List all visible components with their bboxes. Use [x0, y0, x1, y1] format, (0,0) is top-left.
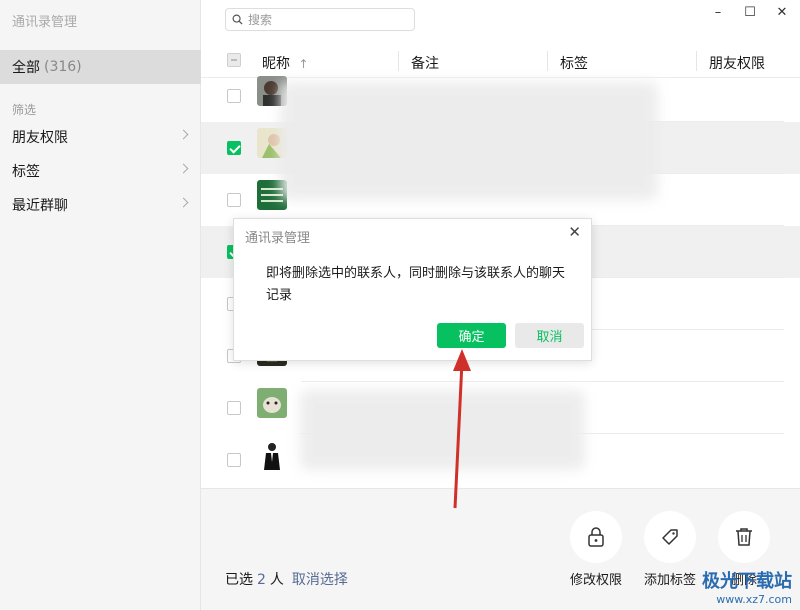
sidebar-all-label: 全部	[12, 60, 40, 76]
row-checkbox[interactable]	[227, 401, 241, 415]
sidebar-item-label: 朋友权限	[12, 130, 68, 146]
dialog-title: 通讯录管理	[245, 231, 311, 246]
row-checkbox[interactable]	[227, 141, 241, 155]
sort-up-icon: ↑	[298, 57, 309, 71]
row-checkbox[interactable]	[227, 89, 241, 103]
column-divider[interactable]	[696, 51, 697, 71]
suit-avatar	[257, 440, 287, 470]
column-divider[interactable]	[547, 51, 548, 71]
selection-info: 已选 2 人取消选择	[225, 569, 348, 589]
tag-icon	[662, 529, 678, 545]
sidebar-item-label: 最近群聊	[12, 198, 68, 214]
blurred-content	[280, 82, 658, 200]
sidebar-item-all[interactable]: 全部 (316)	[0, 50, 201, 84]
sidebar-item-friend-permission[interactable]: 朋友权限	[0, 121, 201, 153]
selected-prefix: 已选	[225, 572, 253, 588]
watermark-url: www.xz7.com	[716, 593, 792, 606]
filter-heading: 筛选	[12, 103, 37, 117]
search-icon	[232, 14, 243, 25]
selected-suffix: 人	[269, 572, 284, 588]
search-input[interactable]: 搜索	[225, 8, 415, 31]
watermark-logo: 极光下载站 www.xz7.com	[702, 567, 792, 606]
lock-icon	[588, 527, 604, 547]
modify-permission-button[interactable]: 修改权限	[570, 511, 622, 588]
maximize-button[interactable]: ☐	[740, 2, 760, 22]
dialog-message: 即将删除选中的联系人，同时删除与该联系人的聊天记录	[266, 266, 566, 303]
sidebar-all-count: (316)	[44, 59, 82, 75]
add-tag-button[interactable]: 添加标签	[644, 511, 696, 588]
app-title: 通讯录管理	[12, 15, 78, 30]
trash-icon	[736, 528, 752, 546]
minimize-button[interactable]: –	[708, 2, 728, 22]
chevron-right-icon	[178, 197, 189, 208]
close-button[interactable]: ✕	[772, 2, 792, 22]
search-placeholder: 搜索	[248, 13, 273, 27]
chevron-right-icon	[178, 129, 189, 140]
action-label: 修改权限	[569, 573, 622, 588]
sidebar-item-label: 标签	[12, 164, 40, 180]
sidebar-item-tags[interactable]: 标签	[0, 155, 201, 187]
blurred-content	[300, 390, 585, 470]
confirm-button[interactable]: 确定	[437, 323, 506, 348]
dialog-close-icon[interactable]: ✕	[568, 223, 581, 241]
sidebar: 通讯录管理 全部 (316) 筛选 朋友权限 标签 最近群聊	[0, 0, 201, 610]
bird-avatar	[257, 388, 287, 418]
column-divider[interactable]	[398, 51, 399, 71]
row-checkbox[interactable]	[227, 193, 241, 207]
selected-count: 2	[257, 572, 266, 588]
select-all-checkbox[interactable]	[227, 53, 241, 67]
action-label: 添加标签	[643, 573, 696, 588]
chevron-right-icon	[178, 163, 189, 174]
deselect-link[interactable]: 取消选择	[292, 572, 348, 588]
confirm-delete-dialog: 通讯录管理 ✕ 即将删除选中的联系人，同时删除与该联系人的聊天记录 确定 取消	[233, 218, 592, 361]
row-checkbox[interactable]	[227, 453, 241, 467]
cancel-button[interactable]: 取消	[515, 323, 584, 348]
watermark-text: 极光下载站	[702, 571, 792, 592]
sidebar-item-recent-groups[interactable]: 最近群聊	[0, 189, 201, 221]
